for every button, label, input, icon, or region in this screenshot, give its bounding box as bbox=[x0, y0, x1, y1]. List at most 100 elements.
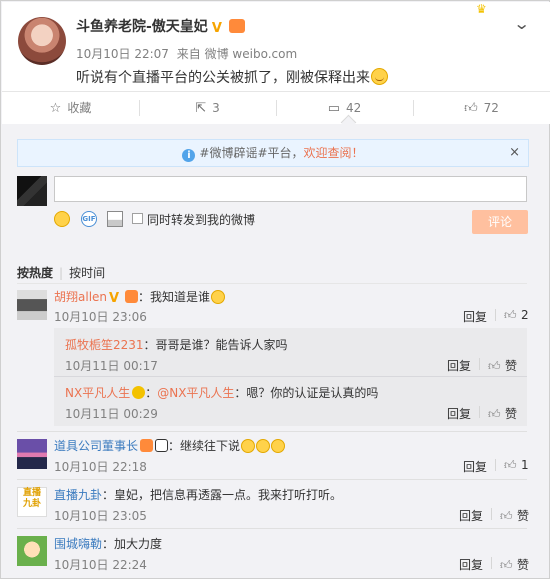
post-header: 斗鱼养老院-傲天皇妃 V 10月10日 22:07 来自 微博 weibo.com… bbox=[2, 2, 550, 92]
commenter-name[interactable]: 胡翔allen bbox=[54, 290, 107, 304]
comment-bubble-icon: ▭ bbox=[327, 101, 340, 116]
comment-time: 10月10日 23:06 bbox=[54, 310, 147, 324]
sub-reply-time: 10月11日 00:29 bbox=[65, 407, 158, 421]
repost-count: 3 bbox=[212, 101, 220, 115]
mention-link[interactable]: @NX平凡人生 bbox=[157, 386, 234, 400]
reply-button[interactable]: 回复 bbox=[459, 507, 483, 524]
repost-icon: ⇱ bbox=[195, 101, 207, 116]
repost-button[interactable]: ⇱ 3 bbox=[139, 92, 276, 124]
divider bbox=[495, 459, 496, 471]
image-icon[interactable] bbox=[107, 211, 123, 227]
divider bbox=[495, 309, 496, 321]
comment-count: 42 bbox=[346, 101, 362, 115]
divider bbox=[479, 406, 480, 418]
sub-reply-like-button[interactable]: 👍︎ 赞 bbox=[488, 357, 517, 374]
emoji-icon bbox=[271, 439, 286, 453]
comment-text: ：继续往下说 bbox=[168, 439, 241, 453]
thumbs-up-icon: 👍︎ bbox=[504, 308, 517, 322]
commenter-avatar[interactable] bbox=[17, 536, 47, 566]
author-name-line: 斗鱼养老院-傲天皇妃 V bbox=[76, 16, 245, 36]
source-prefix: 来自 bbox=[176, 47, 201, 61]
replier-name[interactable]: NX平凡人生 bbox=[65, 386, 130, 400]
chevron-down-icon[interactable]: ⌄ bbox=[513, 14, 530, 33]
divider bbox=[17, 283, 527, 284]
verified-v-icon: V bbox=[211, 21, 222, 36]
divider bbox=[17, 528, 527, 529]
comment-text: ：皇妃，把信息再透露一点。我来打听打听。 bbox=[102, 488, 343, 502]
panda-badge-icon bbox=[155, 439, 169, 452]
reply-button[interactable]: 回复 bbox=[463, 308, 487, 325]
comment-line: 围城嗨勒：加大力度 bbox=[54, 535, 162, 552]
action-bar: ☆ 收藏 ⇱ 3 ▭ 42 👍︎ 72 bbox=[2, 91, 550, 131]
author-name[interactable]: 斗鱼养老院-傲天皇妃 bbox=[76, 19, 208, 35]
comment-like-button[interactable]: 👍︎ 1 bbox=[504, 458, 529, 472]
post-source[interactable]: 微博 weibo.com bbox=[205, 47, 298, 61]
divider bbox=[17, 479, 527, 480]
sort-by-hot[interactable]: 按热度 bbox=[17, 266, 53, 280]
close-icon[interactable]: × bbox=[509, 140, 520, 166]
commenter-name[interactable]: 直播九卦 bbox=[54, 488, 102, 502]
commenter-avatar[interactable] bbox=[17, 290, 47, 320]
post-meta: 10月10日 22:07 来自 微博 weibo.com bbox=[76, 45, 297, 62]
comment-like-button[interactable]: 👍︎ 赞 bbox=[500, 556, 529, 573]
gif-icon[interactable]: GIF bbox=[81, 211, 97, 227]
sub-reply-text: ：哥哥是谁？能告诉人家吗 bbox=[143, 338, 288, 352]
reply-button[interactable]: 回复 bbox=[463, 458, 487, 475]
comment-like-button[interactable]: 👍︎ 赞 bbox=[500, 507, 529, 524]
sort-by-time[interactable]: 按时间 bbox=[69, 266, 105, 280]
verified-v-icon: V bbox=[109, 291, 120, 306]
sub-reply-time: 10月11日 00:17 bbox=[65, 359, 158, 373]
comment-text: ：我知道是谁 bbox=[138, 290, 211, 304]
vip-badge-icon bbox=[228, 19, 245, 33]
comment-like-button[interactable]: 👍︎ 2 bbox=[504, 308, 529, 322]
repost-checkbox[interactable] bbox=[132, 213, 143, 224]
thumbs-up-icon: 👍︎ bbox=[488, 359, 501, 373]
commenter-name[interactable]: 围城嗨勒 bbox=[54, 537, 102, 551]
sub-reply-line: NX平凡人生 ：@NX平凡人生：嗯？你的认证是认真的吗 bbox=[65, 386, 379, 400]
sunglasses-emoji-icon bbox=[211, 290, 226, 304]
divider bbox=[54, 376, 527, 377]
reply-button[interactable]: 回复 bbox=[459, 556, 483, 573]
like-button[interactable]: 👍︎ 72 bbox=[413, 92, 550, 124]
repost-checkbox-label[interactable]: 同时转发到我的微博 bbox=[147, 211, 255, 228]
comment-time: 10月10日 23:05 bbox=[54, 509, 147, 523]
emoji-icon bbox=[256, 439, 271, 453]
comment-time: 10月10日 22:24 bbox=[54, 558, 147, 572]
post-date[interactable]: 10月10日 22:07 bbox=[76, 47, 169, 61]
like-count: 2 bbox=[521, 308, 529, 322]
like-label: 赞 bbox=[505, 407, 518, 421]
reply-button[interactable]: 回复 bbox=[447, 405, 471, 422]
divider bbox=[491, 508, 492, 520]
sub-reply-like-button[interactable]: 👍︎ 赞 bbox=[488, 405, 517, 422]
medal-badge-icon bbox=[132, 386, 146, 399]
sub-reply-text: ：嗯？你的认证是认真的吗 bbox=[234, 386, 379, 400]
commenter-name[interactable]: 道具公司董事长 bbox=[54, 439, 138, 453]
comment-time: 10月10日 22:18 bbox=[54, 460, 147, 474]
info-icon: i bbox=[182, 149, 196, 162]
comment-line: 胡翔allen V ：我知道是谁 bbox=[54, 288, 226, 306]
comment-input[interactable] bbox=[54, 176, 527, 202]
author-avatar[interactable] bbox=[18, 17, 66, 65]
thumbs-up-icon: 👍︎ bbox=[504, 458, 517, 472]
commenter-avatar[interactable]: 直播 九卦 bbox=[17, 487, 47, 517]
thumbs-up-icon: 👍︎ bbox=[488, 407, 501, 421]
comment-line: 直播九卦：皇妃，把信息再透露一点。我来打听打听。 bbox=[54, 486, 342, 503]
commenter-avatar[interactable] bbox=[17, 439, 47, 469]
thumbs-up-icon: 👍︎ bbox=[500, 558, 513, 572]
rumor-tip-bar: i #微博辟谣#平台，欢迎查阅！ × bbox=[17, 139, 529, 167]
divider bbox=[479, 358, 480, 370]
like-count: 72 bbox=[483, 101, 499, 115]
replier-name[interactable]: 孤牧栀笙2231 bbox=[65, 338, 144, 352]
sort-tabs: 按热度 | 按时间 bbox=[17, 264, 105, 281]
emoji-icon bbox=[241, 439, 256, 453]
smile-emoji-icon bbox=[371, 68, 388, 85]
divider bbox=[17, 431, 527, 432]
favorite-button[interactable]: ☆ 收藏 bbox=[2, 92, 139, 124]
post-text: 听说有个直播平台的公关被抓了，刚被保释出来 bbox=[76, 70, 370, 86]
emoji-icon[interactable] bbox=[54, 211, 70, 227]
comment-text: ：加大力度 bbox=[102, 537, 163, 551]
submit-comment-button[interactable]: 评论 bbox=[472, 210, 528, 234]
tip-link[interactable]: 欢迎查阅！ bbox=[304, 146, 364, 160]
reply-button[interactable]: 回复 bbox=[447, 357, 471, 374]
star-icon: ☆ bbox=[49, 101, 62, 116]
